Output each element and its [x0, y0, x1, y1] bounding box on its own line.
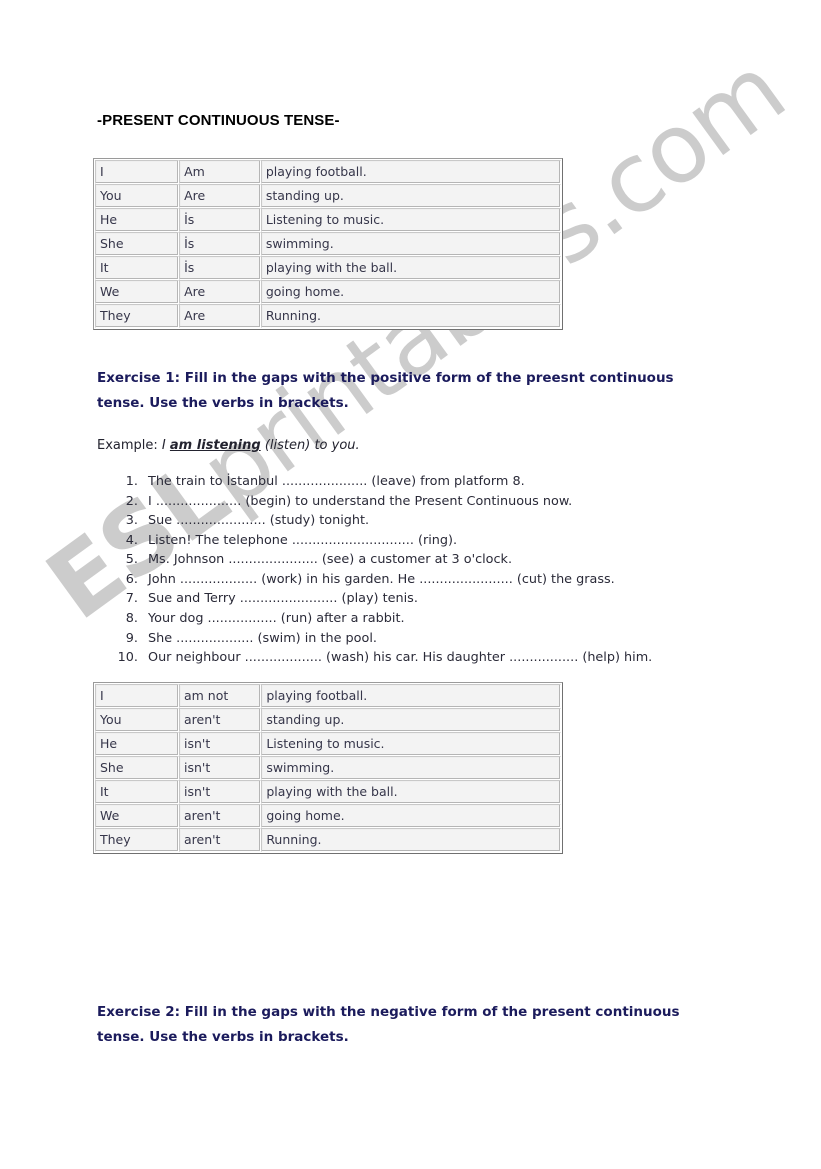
cell-subject: I: [95, 160, 180, 184]
cell-subject: We: [95, 804, 179, 828]
cell-auxiliary: aren't: [178, 828, 262, 852]
table-row: It İs playing with the ball.: [95, 256, 561, 280]
cell-predicate: Listening to music.: [261, 732, 561, 756]
cell-auxiliary: Are: [179, 184, 261, 208]
cell-auxiliary: isn't: [178, 780, 262, 804]
example-answer: am listening: [169, 438, 261, 453]
cell-subject: They: [95, 304, 180, 328]
list-item: Your dog ................. (run) after a…: [142, 609, 652, 629]
cell-subject: It: [95, 780, 179, 804]
cell-subject: He: [95, 732, 179, 756]
cell-predicate: swimming.: [260, 232, 561, 256]
example-rest: (listen) to you.: [264, 438, 360, 453]
worksheet-page: ESLprintables.com -PRESENT CONTINUOUS TE…: [0, 0, 821, 1169]
list-item: The train to İstanbul ..................…: [142, 472, 652, 492]
list-item: Ms. Johnson ...................... (see)…: [142, 550, 652, 570]
exercise-1-heading-line-2: tense. Use the verbs in brackets.: [97, 394, 349, 411]
table-row: It isn't playing with the ball.: [95, 780, 561, 804]
table-row: You aren't standing up.: [95, 708, 561, 732]
exercise-2-heading-line-2: tense. Use the verbs in brackets.: [97, 1028, 349, 1045]
cell-auxiliary: aren't: [178, 804, 262, 828]
cell-auxiliary: aren't: [178, 708, 262, 732]
cell-subject: She: [95, 756, 179, 780]
example-subject: I: [161, 438, 166, 453]
exercise-1-heading: Exercise 1: Fill in the gaps with the po…: [97, 366, 731, 416]
table-row: I Am playing football.: [95, 160, 561, 184]
example-label: Example:: [97, 438, 158, 453]
cell-subject: I: [95, 684, 179, 708]
cell-predicate: going home.: [260, 280, 561, 304]
cell-subject: He: [95, 208, 180, 232]
cell-subject: You: [95, 708, 179, 732]
cell-predicate: standing up.: [261, 708, 561, 732]
exercise-1-example: Example: I am listening (listen) to you.: [97, 438, 360, 453]
cell-predicate: playing football.: [261, 684, 561, 708]
table-row: He isn't Listening to music.: [95, 732, 561, 756]
cell-subject: We: [95, 280, 180, 304]
cell-predicate: playing football.: [260, 160, 561, 184]
negative-forms-table: I am not playing football. You aren't st…: [93, 682, 563, 854]
list-item: Sue and Terry ........................ (…: [142, 589, 652, 609]
cell-auxiliary: Are: [179, 280, 261, 304]
list-item: Our neighbour ................... (wash)…: [142, 648, 652, 668]
table-row: You Are standing up.: [95, 184, 561, 208]
list-item: John ................... (work) in his g…: [142, 570, 652, 590]
cell-auxiliary: İs: [179, 232, 261, 256]
cell-subject: She: [95, 232, 180, 256]
table-row: She İs swimming.: [95, 232, 561, 256]
cell-auxiliary: isn't: [178, 756, 262, 780]
cell-predicate: standing up.: [260, 184, 561, 208]
list-item: She ................... (swim) in the po…: [142, 629, 652, 649]
cell-subject: They: [95, 828, 179, 852]
cell-subject: You: [95, 184, 180, 208]
positive-table-body: I Am playing football. You Are standing …: [95, 160, 561, 328]
table-row: They aren't Running.: [95, 828, 561, 852]
cell-auxiliary: isn't: [178, 732, 262, 756]
table-row: We aren't going home.: [95, 804, 561, 828]
cell-auxiliary: am not: [178, 684, 262, 708]
exercise-1-question-list: The train to İstanbul ..................…: [112, 472, 652, 668]
exercise-1-heading-line-1: Exercise 1: Fill in the gaps with the po…: [97, 370, 674, 386]
cell-predicate: Listening to music.: [260, 208, 561, 232]
table-row: We Are going home.: [95, 280, 561, 304]
cell-predicate: swimming.: [261, 756, 561, 780]
page-title: -PRESENT CONTINUOUS TENSE-: [97, 112, 340, 129]
cell-predicate: Running.: [261, 828, 561, 852]
table-row: They Are Running.: [95, 304, 561, 328]
exercise-2-heading: Exercise 2: Fill in the gaps with the ne…: [97, 1000, 731, 1050]
cell-auxiliary: Am: [179, 160, 261, 184]
list-item: I ..................... (begin) to under…: [142, 492, 652, 512]
cell-subject: It: [95, 256, 180, 280]
positive-forms-table: I Am playing football. You Are standing …: [93, 158, 563, 330]
list-item: Listen! The telephone ..................…: [142, 531, 652, 551]
cell-auxiliary: Are: [179, 304, 261, 328]
cell-predicate: playing with the ball.: [260, 256, 561, 280]
cell-auxiliary: İs: [179, 256, 261, 280]
cell-predicate: going home.: [261, 804, 561, 828]
list-item: Sue ...................... (study) tonig…: [142, 511, 652, 531]
cell-predicate: Running.: [260, 304, 561, 328]
cell-auxiliary: İs: [179, 208, 261, 232]
exercise-2-heading-line-1: Exercise 2: Fill in the gaps with the ne…: [97, 1004, 680, 1020]
table-row: I am not playing football.: [95, 684, 561, 708]
table-row: He İs Listening to music.: [95, 208, 561, 232]
cell-predicate: playing with the ball.: [261, 780, 561, 804]
table-row: She isn't swimming.: [95, 756, 561, 780]
negative-table-body: I am not playing football. You aren't st…: [95, 684, 561, 852]
